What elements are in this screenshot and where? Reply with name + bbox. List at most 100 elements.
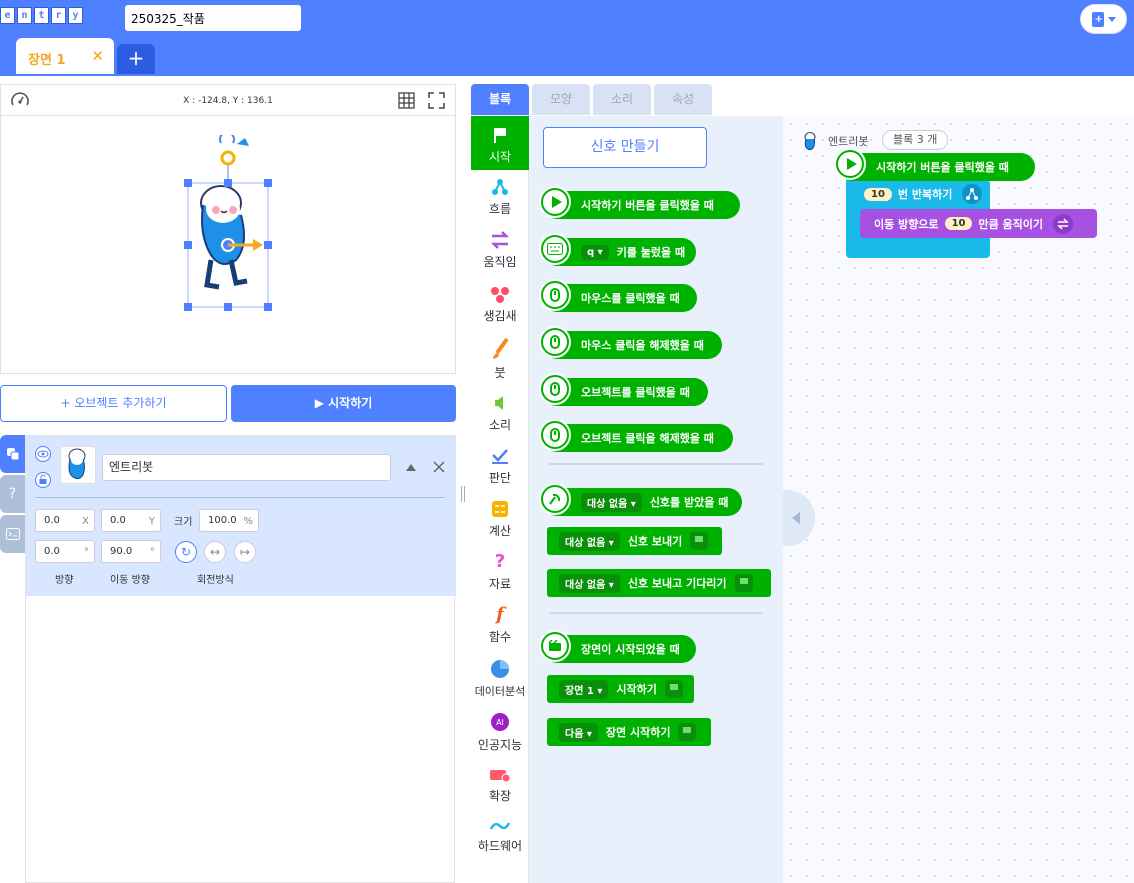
- signal-value: 대상 없음: [565, 579, 606, 591]
- tab-shapes[interactable]: 모양: [532, 84, 590, 115]
- mouse-icon: [550, 428, 560, 442]
- category-calc[interactable]: 계산: [471, 500, 529, 539]
- flag-icon: [664, 680, 683, 698]
- category-ai[interactable]: AI 인공지능: [471, 712, 529, 753]
- block-when-key-pressed[interactable]: q ▾ 키를 눌렀을 때: [539, 233, 696, 266]
- block-categories: 시작 흐름 움직임 생김새 붓 소리 판단 계산 ? 자료 f 함수 데이터분석…: [471, 116, 529, 883]
- add-object-button[interactable]: + 오브젝트 추가하기: [0, 385, 227, 422]
- workspace-object-name: 엔트리봇: [828, 135, 869, 148]
- block-label: 신호 보내기: [627, 535, 683, 548]
- help-tab[interactable]: ?: [0, 475, 25, 513]
- project-title-input[interactable]: [125, 5, 301, 31]
- y-value: 0.0: [110, 515, 126, 526]
- category-looks[interactable]: 생김새: [471, 285, 529, 324]
- chevron-up-icon[interactable]: [405, 462, 417, 472]
- category-label: 계산: [488, 524, 512, 538]
- move-value-input[interactable]: 10: [944, 217, 973, 230]
- block-when-mouse-released[interactable]: 마우스 클릭을 해제했을 때: [539, 326, 722, 359]
- move-direction-field[interactable]: 90.0 °: [101, 540, 161, 563]
- new-project-button[interactable]: [1080, 4, 1127, 34]
- panel-resize-handle[interactable]: [461, 486, 465, 502]
- key-dropdown[interactable]: q ▾: [581, 244, 609, 260]
- scene-value: 다음: [565, 728, 584, 740]
- block-when-mouse-clicked[interactable]: 마우스를 클릭했을 때: [539, 279, 697, 312]
- lock-toggle[interactable]: [35, 472, 51, 488]
- block-label: 오브젝트 클릭을 해제했을 때: [581, 432, 714, 445]
- object-name-field[interactable]: 엔트리봇: [102, 454, 391, 481]
- block-label: 마우스 클릭을 해제했을 때: [581, 339, 704, 352]
- stage-panel: X : -124.8, Y : 136.1: [0, 84, 456, 374]
- category-brush[interactable]: 붓: [471, 338, 529, 381]
- category-label: 생김새: [483, 309, 517, 323]
- close-icon[interactable]: [433, 461, 445, 473]
- category-start[interactable]: 시작: [471, 116, 529, 170]
- category-flow[interactable]: 흐름: [471, 178, 529, 217]
- rotate-horizontal-button[interactable]: ↔: [204, 541, 226, 563]
- category-data-analysis[interactable]: 데이터분석: [471, 659, 529, 699]
- object-row-selected[interactable]: 엔트리봇 0.0 X 0.0 Y 크기 100.0% 0.0 ° 90.0 ° ↻ ↔ …: [26, 436, 456, 596]
- block-when-object-released[interactable]: 오브젝트 클릭을 해제했을 때: [539, 419, 733, 452]
- block-send-signal[interactable]: 대상 없음 ▾ 신호 보내기: [547, 527, 722, 555]
- block-send-signal-and-wait[interactable]: 대상 없음 ▾ 신호 보내고 기다리기: [547, 569, 771, 597]
- category-extension[interactable]: 확장: [471, 767, 529, 804]
- logo-letter: y: [68, 7, 83, 24]
- rotate-icon: ↻: [180, 545, 192, 559]
- flow-icon: [962, 184, 983, 204]
- block-when-object-clicked[interactable]: 오브젝트를 클릭했을 때: [539, 373, 708, 406]
- start-button[interactable]: ▶ 시작하기: [231, 385, 456, 422]
- signal-dropdown[interactable]: 대상 없음 ▾: [559, 573, 620, 593]
- rotate-none-button[interactable]: ↦: [234, 541, 256, 563]
- entrybot-sprite[interactable]: [181, 135, 281, 315]
- category-data[interactable]: ? 자료: [471, 553, 529, 592]
- entry-logo[interactable]: e n t r y: [0, 7, 83, 24]
- block-when-start-clicked[interactable]: 시작하기 버튼을 클릭했을 때: [539, 186, 740, 219]
- block-start-next-scene[interactable]: 다음 ▾ 장면 시작하기: [547, 718, 711, 746]
- calculator-icon: [492, 501, 508, 517]
- divider: [35, 497, 445, 498]
- block-repeat[interactable]: 10 번 반복하기: [846, 180, 990, 208]
- block-when-start-clicked-script[interactable]: 시작하기 버튼을 클릭했을 때: [834, 148, 1035, 181]
- grid-icon[interactable]: [398, 92, 415, 109]
- category-judgement[interactable]: 판단: [471, 447, 529, 486]
- new-document-icon: [1091, 11, 1104, 27]
- rotate-free-button[interactable]: ↻: [175, 541, 197, 563]
- tab-sounds[interactable]: 소리: [593, 84, 651, 115]
- direction-field[interactable]: 0.0 °: [35, 540, 95, 563]
- move-prefix-label: 이동 방향으로: [874, 217, 939, 231]
- category-sound[interactable]: 소리: [471, 394, 529, 433]
- console-tab[interactable]: [0, 515, 25, 553]
- block-when-scene-started[interactable]: 장면이 시작되었을 때: [539, 630, 696, 663]
- y-field[interactable]: 0.0 Y: [101, 509, 161, 532]
- svg-text:AI: AI: [496, 718, 504, 727]
- category-hardware[interactable]: 하드웨어: [471, 819, 529, 854]
- size-unit: %: [243, 516, 253, 527]
- fullscreen-icon[interactable]: [428, 92, 445, 109]
- tab-blocks[interactable]: 블록: [471, 84, 529, 115]
- tab-properties[interactable]: 속성: [654, 84, 712, 115]
- block-move-direction[interactable]: 이동 방향으로 10 만큼 움직이기: [860, 209, 1097, 238]
- signal-dropdown[interactable]: 대상 없음 ▾: [581, 492, 642, 512]
- category-function[interactable]: f 함수: [471, 606, 529, 645]
- block-when-signal-received[interactable]: 대상 없음 ▾ 신호를 받았을 때: [539, 483, 742, 516]
- visibility-toggle[interactable]: [35, 446, 51, 462]
- object-list-tab[interactable]: [0, 435, 25, 473]
- speaker-icon: [495, 396, 503, 410]
- logo-letter: r: [51, 7, 66, 24]
- scene-dropdown[interactable]: 장면 1 ▾: [559, 679, 609, 699]
- make-signal-button[interactable]: 신호 만들기: [543, 127, 707, 168]
- hat-circle: [539, 483, 571, 515]
- x-field[interactable]: 0.0 X: [35, 509, 95, 532]
- size-field[interactable]: 100.0%: [199, 509, 259, 532]
- category-label: 인공지능: [477, 738, 523, 752]
- add-scene-button[interactable]: +: [117, 44, 155, 74]
- repeat-count-input[interactable]: 10: [864, 187, 892, 201]
- move-direction-unit: °: [150, 547, 155, 558]
- tab-scene-1[interactable]: 장면 1 ✕: [16, 38, 114, 74]
- no-rotate-icon: ↦: [239, 545, 251, 559]
- category-motion[interactable]: 움직임: [471, 231, 529, 270]
- scene-dropdown[interactable]: 다음 ▾: [559, 722, 598, 742]
- block-start-scene[interactable]: 장면 1 ▾ 시작하기: [547, 675, 694, 703]
- close-icon[interactable]: ✕: [91, 47, 104, 65]
- category-label: 흐름: [488, 202, 512, 216]
- signal-dropdown[interactable]: 대상 없음 ▾: [559, 531, 620, 551]
